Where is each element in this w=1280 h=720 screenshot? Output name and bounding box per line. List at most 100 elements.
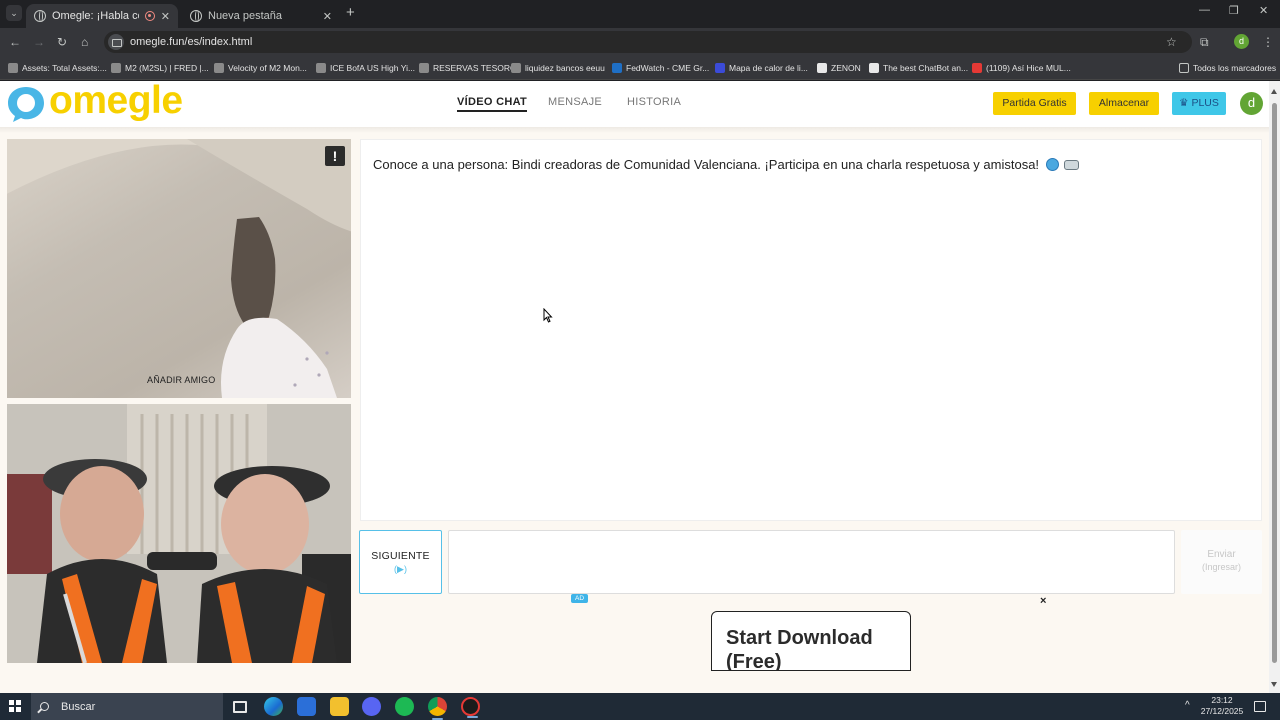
store-icon[interactable] <box>297 697 316 716</box>
bookmark-item[interactable]: The best ChatBot an... <box>869 61 968 75</box>
profile-avatar[interactable]: d <box>1234 34 1249 49</box>
next-shortcut-icon: (▶) <box>394 564 407 574</box>
chat-log: Conoce a una persona: Bindi creadoras de… <box>360 139 1262 521</box>
stranger-video: ! AÑADIR AMIGO <box>7 139 351 398</box>
close-tab-icon[interactable]: ✕ <box>323 10 332 23</box>
obs-icon[interactable] <box>461 697 480 718</box>
bookmark-icon <box>8 63 18 73</box>
back-icon[interactable]: ← <box>9 34 21 50</box>
send-label: Enviar <box>1207 549 1236 560</box>
bookmark-item[interactable]: ZENON <box>817 61 861 75</box>
chat-message-text: Conoce a una persona: Bindi creadoras de… <box>373 157 1040 172</box>
crown-icon: ♛ <box>1179 97 1189 109</box>
site-logo[interactable]: omegle <box>6 81 183 124</box>
bookmark-icon <box>316 63 326 73</box>
taskbar-search[interactable]: Buscar <box>31 693 223 720</box>
nav-message[interactable]: MENSAJE <box>548 96 602 108</box>
bookmark-icon <box>972 63 982 73</box>
tray-chevron-icon[interactable]: ^ <box>1185 700 1190 711</box>
store-button[interactable]: Almacenar <box>1089 92 1159 115</box>
taskbar-clock[interactable]: 23:12 27/12/2025 <box>1194 695 1250 717</box>
plus-label: PLUS <box>1191 97 1219 109</box>
chrome-icon[interactable] <box>428 697 447 720</box>
scroll-thumb[interactable] <box>1272 103 1277 663</box>
self-video-frame <box>7 404 351 663</box>
bookmark-icon <box>214 63 224 73</box>
chat-message: Conoce a una persona: Bindi creadoras de… <box>373 157 1080 172</box>
scroll-up-icon[interactable] <box>1271 89 1277 94</box>
bookmark-item[interactable]: FedWatch - CME Gr... <box>612 61 709 75</box>
next-label: SIGUIENTE <box>371 550 430 562</box>
forward-icon[interactable]: → <box>33 34 45 50</box>
tab-omegle[interactable]: Omegle: ¡Habla con Descon ✕ <box>26 4 178 28</box>
tab-title: Omegle: ¡Habla con Descon <box>52 10 139 22</box>
bookmark-item[interactable]: RESERVAS TESORO <box>419 61 517 75</box>
ad-close-icon[interactable]: × <box>1040 595 1046 607</box>
mouse-cursor-icon <box>543 308 553 323</box>
bookmark-item[interactable]: Velocity of M2 Mon... <box>214 61 307 75</box>
folder-icon <box>1179 63 1189 73</box>
bookmark-icon <box>612 63 622 73</box>
clock-time: 23:12 <box>1211 695 1233 705</box>
url-text: omegle.fun/es/index.html <box>130 36 253 48</box>
bookmark-item[interactable]: Assets: Total Assets:... <box>8 61 107 75</box>
chat-bubble-logo-icon <box>8 87 44 122</box>
send-button[interactable]: Enviar (Ingresar) <box>1181 530 1262 594</box>
taskbar-search-label: Buscar <box>61 700 96 713</box>
clock-date: 27/12/2025 <box>1200 706 1244 716</box>
site-info-icon[interactable] <box>108 34 124 50</box>
close-tab-icon[interactable]: ✕ <box>161 10 170 23</box>
ad-badge: AD <box>571 594 588 603</box>
plus-button[interactable]: ♛ PLUS <box>1172 92 1226 115</box>
bookmark-icon <box>817 63 827 73</box>
file-explorer-icon[interactable] <box>330 697 349 716</box>
windows-taskbar: Buscar ^ 23:12 27/12/2025 <box>0 693 1280 720</box>
ad-banner[interactable]: Start Download (Free) <box>711 611 911 671</box>
home-icon[interactable]: ⌂ <box>81 34 88 50</box>
page-content: omegle VÍDEO CHAT MENSAJE HISTORIA Parti… <box>0 81 1269 693</box>
bookmark-item[interactable]: (1109) Así Hice MUL... <box>972 61 1071 75</box>
nav-video-chat[interactable]: VÍDEO CHAT <box>457 96 528 112</box>
tab-new-tab[interactable]: Nueva pestaña ✕ <box>182 4 340 28</box>
spotify-icon[interactable] <box>395 697 414 716</box>
extensions-icon[interactable]: ⧉ <box>1200 34 1209 50</box>
site-header: omegle VÍDEO CHAT MENSAJE HISTORIA Parti… <box>0 81 1269 127</box>
notifications-icon[interactable] <box>1254 701 1266 712</box>
logo-text: omegle <box>49 81 183 122</box>
chat-input[interactable] <box>448 530 1175 594</box>
task-view-icon[interactable] <box>233 701 247 713</box>
minimize-icon[interactable]: — <box>1199 4 1210 16</box>
bookmark-item[interactable]: Mapa de calor de li... <box>715 61 808 75</box>
restore-icon[interactable]: ❐ <box>1229 4 1239 17</box>
tab-search-icon[interactable]: ⌄ <box>6 5 22 21</box>
bookmark-item[interactable]: M2 (M2SL) | FRED |... <box>111 61 209 75</box>
user-avatar[interactable]: d <box>1240 92 1263 115</box>
tab-title: Nueva pestaña <box>208 10 282 22</box>
next-button[interactable]: SIGUIENTE (▶) <box>359 530 442 594</box>
bookmark-star-icon[interactable]: ☆ <box>1166 34 1177 50</box>
bookmark-icon <box>111 63 121 73</box>
bookmark-item[interactable]: liquidez bancos eeuu <box>511 61 605 75</box>
close-window-icon[interactable]: ✕ <box>1259 4 1268 17</box>
report-icon[interactable]: ! <box>325 146 345 166</box>
menu-icon[interactable]: ⋮ <box>1262 34 1274 50</box>
windows-start-icon[interactable] <box>9 700 21 712</box>
bookmark-item[interactable]: ICE BofA US High Yi... <box>316 61 415 75</box>
goggles-emoji-icon <box>1064 160 1080 170</box>
send-shortcut-label: (Ingresar) <box>1201 562 1241 572</box>
add-friend-button[interactable]: AÑADIR AMIGO <box>147 375 215 385</box>
scroll-down-icon[interactable] <box>1271 682 1277 687</box>
bookmark-icon <box>419 63 429 73</box>
new-tab-icon[interactable]: + <box>346 5 355 21</box>
reload-icon[interactable]: ↻ <box>57 34 67 50</box>
page-scrollbar[interactable] <box>1269 81 1280 693</box>
header-shadow <box>0 127 1269 133</box>
globe-icon <box>190 10 202 22</box>
free-game-button[interactable]: Partida Gratis <box>993 92 1076 115</box>
discord-icon[interactable] <box>362 697 381 716</box>
address-bar[interactable]: omegle.fun/es/index.html <box>104 31 1192 53</box>
edge-icon[interactable] <box>264 697 283 716</box>
bookmark-icon <box>511 63 521 73</box>
all-bookmarks[interactable]: Todos los marcadores <box>1179 61 1276 75</box>
nav-history[interactable]: HISTORIA <box>627 96 681 108</box>
